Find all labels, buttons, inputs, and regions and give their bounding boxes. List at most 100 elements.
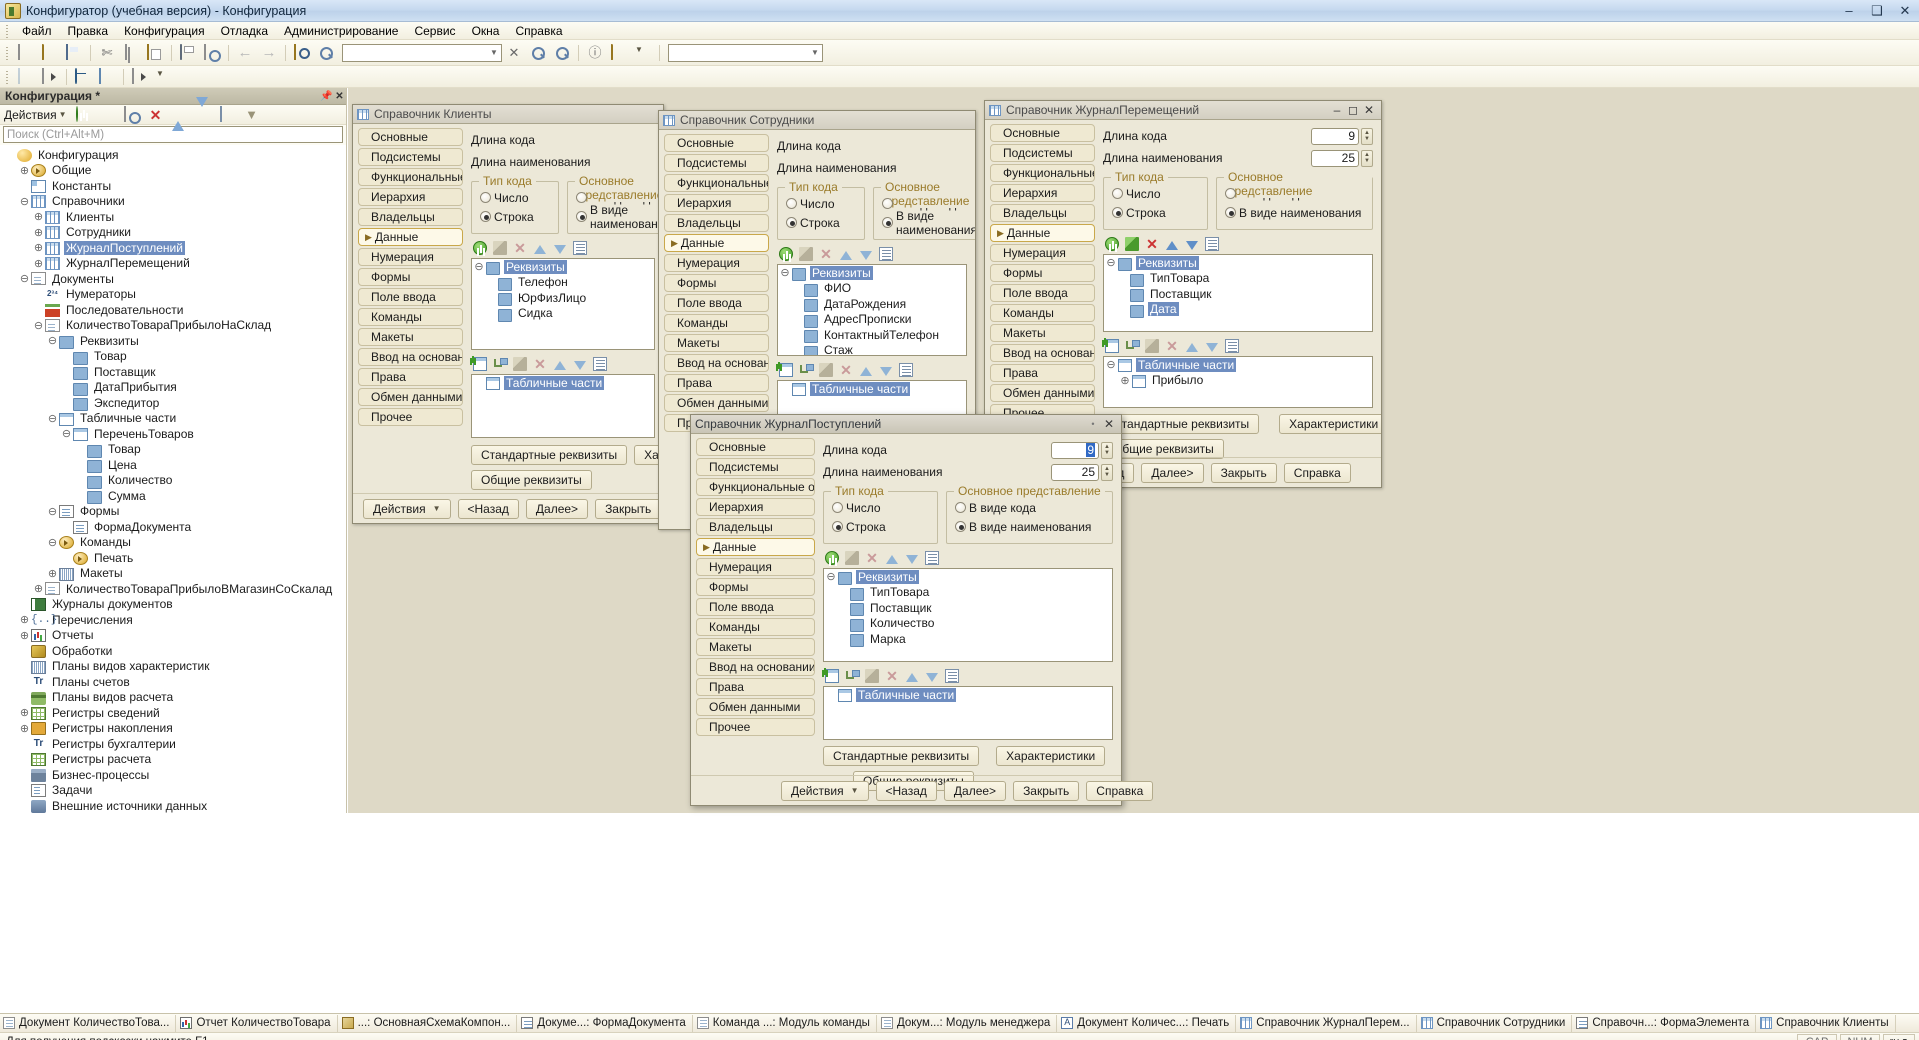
dialog-tab-данные[interactable]: ▶ Данные <box>696 538 815 556</box>
attributes-root-row[interactable]: ⊖ Реквизиты <box>778 265 966 282</box>
move-up-icon[interactable] <box>906 672 918 682</box>
config-tree-item[interactable]: ⊖ Реквизиты <box>0 333 346 350</box>
name-length-stepper[interactable]: ▲ ▼ <box>1101 463 1113 481</box>
expand-icon[interactable]: ⊕ <box>46 567 59 580</box>
config-tree-item[interactable]: ⊖ КоличествоТовараПрибылоНаСклад <box>0 318 346 334</box>
name-length-stepper[interactable]: ▲ ▼ <box>1361 149 1373 167</box>
dialog-tab-подсистемы[interactable]: ▶Подсистемы <box>990 144 1095 162</box>
print-preview-button[interactable] <box>201 42 223 64</box>
characteristics-button[interactable]: Характеристики <box>1279 414 1381 434</box>
help-button[interactable]: Справка <box>1086 780 1154 801</box>
move-up-icon[interactable] <box>1186 342 1198 352</box>
config-tree-item[interactable]: ⊕ Макеты <box>0 566 346 582</box>
radio-code-type-string[interactable]: Строка <box>1112 203 1199 222</box>
bookmark-button[interactable] <box>608 42 630 64</box>
add-attribute-icon[interactable] <box>779 247 793 261</box>
find-in-files-button[interactable] <box>291 42 313 64</box>
config-tree-item[interactable]: Задачи <box>0 783 346 799</box>
delete-tabular-icon[interactable]: ✕ <box>1165 339 1179 353</box>
collapse-icon[interactable]: ⊖ <box>60 427 73 440</box>
taskbar-item[interactable]: ...: ОсновнаяСхемаКомпон... <box>339 1014 518 1032</box>
config-tree-item[interactable]: ⊕ Клиенты <box>0 209 346 225</box>
copy-button[interactable] <box>120 42 142 64</box>
toolbar-grip[interactable] <box>4 69 10 84</box>
config-tree-item[interactable]: ⊖ ПереченьТоваров <box>0 426 346 442</box>
taskbar-item[interactable]: Справочник ЖурналПерем... <box>1237 1014 1417 1032</box>
config-tree-item[interactable]: ⊕ ЖурналПоступлений <box>0 240 346 256</box>
dialog-tab-подсистемы[interactable]: ▶Подсистемы <box>358 148 463 166</box>
config-tree-item[interactable]: ⊖ Команды <box>0 535 346 551</box>
tabular-tree[interactable]: ⊖ Табличные части ⊕ Прибыло <box>1103 356 1373 408</box>
config-tree-item[interactable]: Печать <box>0 550 346 566</box>
attribute-row[interactable]: КонтактныйТелефон <box>778 327 966 344</box>
config-tree-item[interactable]: Tr Планы счетов <box>0 674 346 690</box>
actions-menu-label[interactable]: Действия <box>4 108 59 122</box>
config-tree-item[interactable]: ⊕ Общие <box>0 163 346 179</box>
dialog-tab-формы[interactable]: ▶Формы <box>990 264 1095 282</box>
config-tree-item[interactable]: ⊕ ЖурналПеремещений <box>0 256 346 272</box>
maximize-button[interactable]: ❑ <box>1863 0 1891 21</box>
radio-presentation-code[interactable]: В виде кода <box>955 498 1104 517</box>
attribute-row[interactable]: Марка <box>824 631 1112 648</box>
tabular-root-row[interactable]: Табличные части <box>824 687 1112 703</box>
dialog-tab-права[interactable]: ▶Права <box>696 678 815 696</box>
config-tree-item[interactable]: ⊕ Регистры сведений <box>0 705 346 721</box>
collapse-icon[interactable]: ⊖ <box>1104 358 1118 371</box>
delete-attribute-icon[interactable]: ✕ <box>865 551 879 565</box>
add-tabular-section-icon[interactable] <box>778 362 793 377</box>
collapse-icon[interactable]: ⊖ <box>18 195 31 208</box>
find-prev-button[interactable] <box>527 42 549 64</box>
move-down-icon[interactable] <box>860 251 872 260</box>
config-tree-item[interactable]: Экспедитор <box>0 395 346 412</box>
config-tree-item[interactable]: Tr Регистры бухгалтерии <box>0 736 346 752</box>
attribute-list-icon[interactable] <box>1205 237 1219 251</box>
radio-code-type-number[interactable]: Число <box>480 188 550 207</box>
close-icon[interactable]: ✕ <box>333 91 346 102</box>
dialog-tab-прочее[interactable]: ▶Прочее <box>696 718 815 736</box>
attribute-list-icon[interactable] <box>879 247 893 261</box>
dialog-tab-макеты[interactable]: ▶Макеты <box>696 638 815 656</box>
config-tree-item[interactable]: Количество <box>0 473 346 489</box>
close-icon[interactable]: ✕ <box>1101 416 1117 433</box>
code-length-stepper[interactable]: ▲ ▼ <box>1101 441 1113 459</box>
collapse-icon[interactable]: ⊖ <box>32 319 45 332</box>
dialog-tab-основные[interactable]: ▶Основные <box>696 438 815 456</box>
radio-presentation-name[interactable]: В виде наименования <box>576 203 663 231</box>
back-button[interactable]: <Назад <box>875 780 937 801</box>
window-taskbar[interactable]: Документ КоличествоТова... Отчет Количест… <box>0 1013 1919 1032</box>
run-button[interactable] <box>129 66 151 88</box>
expand-icon[interactable]: ⊕ <box>18 613 31 626</box>
config-tree-item[interactable]: ⊕ КоличествоТовараПрибылоВМагазинСоСкалад <box>0 581 346 597</box>
info-button[interactable]: ⓘ <box>584 42 606 64</box>
config-tree-item[interactable]: Бизнес-процессы <box>0 767 346 783</box>
dialog-tab-владельцы[interactable]: ▶Владельцы <box>990 204 1095 222</box>
config-tree-item[interactable]: ФормаДокумента <box>0 519 346 535</box>
attribute-row[interactable]: Телефон <box>472 275 654 291</box>
radio-code-type-string[interactable]: Строка <box>832 517 929 536</box>
name-length-input[interactable]: 25 <box>1311 149 1359 167</box>
dialog-tab-владельцы[interactable]: ▶Владельцы <box>358 208 463 226</box>
tabular-list-icon[interactable] <box>1225 339 1239 353</box>
attributes-tree[interactable]: ⊖ Реквизиты Телефон ЮрФизЛицо Сидка <box>471 258 655 350</box>
add-tabular-attribute-icon[interactable] <box>493 357 508 371</box>
code-length-input[interactable]: 9 <box>1311 127 1359 145</box>
add-tabular-section-icon[interactable] <box>1104 338 1119 353</box>
dialog-tab-поле[interactable]: ▶Поле ввода <box>664 294 769 312</box>
collapse-icon[interactable]: ⊖ <box>824 570 838 583</box>
save-button[interactable] <box>63 42 85 64</box>
expand-icon[interactable]: ⊕ <box>32 210 45 223</box>
config-tree-item[interactable]: Последовательности <box>0 302 346 318</box>
collapse-icon[interactable]: ⊖ <box>472 260 486 273</box>
dialog-tab-основные[interactable]: ▶Основные <box>664 134 769 152</box>
new-button[interactable] <box>15 42 37 64</box>
dialog-tab-обмен[interactable]: ▶Обмен данными <box>696 698 815 716</box>
dialog-tab-нумерация[interactable]: ▶Нумерация <box>358 248 463 266</box>
config-tree-item[interactable]: ⊖ Формы <box>0 504 346 520</box>
dialog-tab-ввод[interactable]: ▶Ввод на основании <box>358 348 463 366</box>
collapse-icon[interactable]: ⊖ <box>18 272 31 285</box>
chevron-down-icon[interactable]: ▼ <box>487 48 501 57</box>
chevron-down-icon[interactable]: ▼ <box>808 48 822 57</box>
find-next-button[interactable] <box>551 42 573 64</box>
radio-presentation-name[interactable]: В виде наименования <box>1225 203 1364 222</box>
config-tree-item[interactable]: Поставщик <box>0 364 346 381</box>
